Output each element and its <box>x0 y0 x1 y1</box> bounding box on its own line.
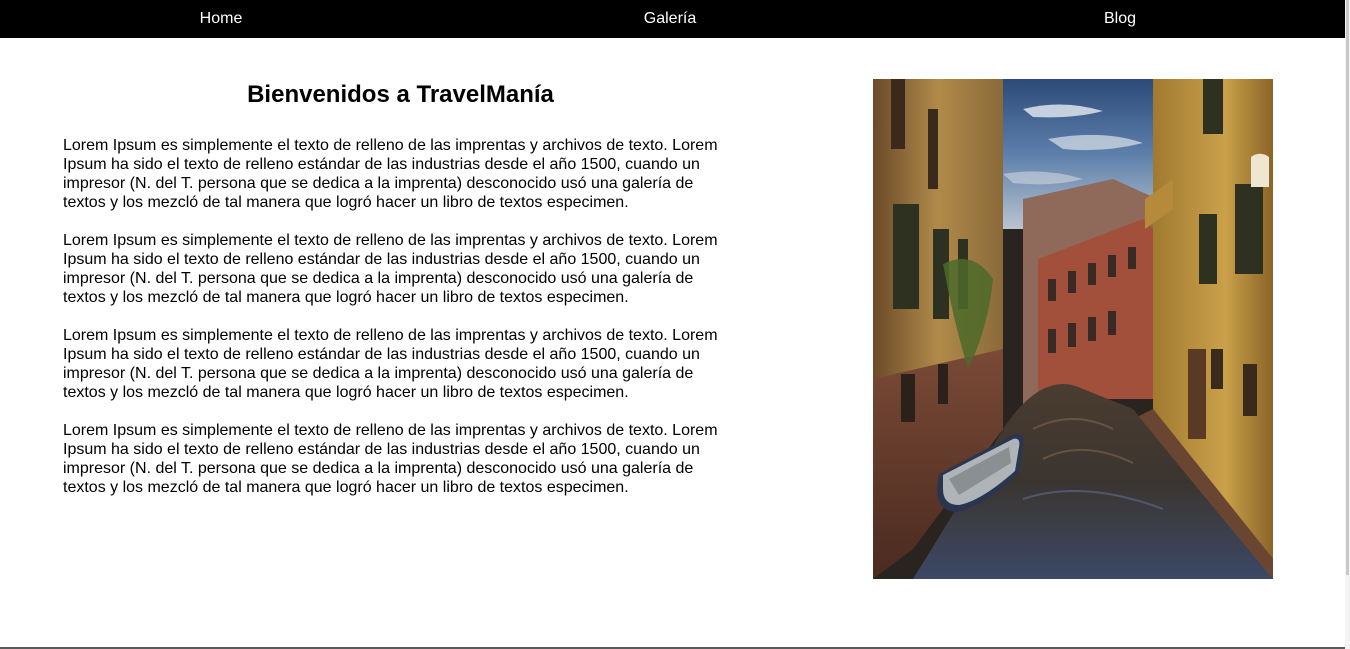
nav-link-home[interactable]: Home <box>200 0 243 38</box>
nav-link-galeria[interactable]: Galería <box>644 0 696 38</box>
top-navbar: Home Galería Blog <box>0 0 1345 38</box>
body-paragraph: Lorem Ipsum es simplemente el texto de r… <box>63 137 718 211</box>
nav-link-blog[interactable]: Blog <box>1104 0 1136 38</box>
body-paragraph: Lorem Ipsum es simplemente el texto de r… <box>63 422 718 496</box>
venice-canal-photo <box>873 79 1273 579</box>
body-paragraph: Lorem Ipsum es simplemente el texto de r… <box>63 327 718 401</box>
page-title: Bienvenidos a TravelManía <box>247 81 554 108</box>
scrollbar-thumb[interactable] <box>1346 0 1349 575</box>
body-paragraph: Lorem Ipsum es simplemente el texto de r… <box>63 232 718 306</box>
main-content: Bienvenidos a TravelManía Lorem Ipsum es… <box>63 80 738 497</box>
page: Home Galería Blog Bienvenidos a TravelMa… <box>0 0 1350 649</box>
